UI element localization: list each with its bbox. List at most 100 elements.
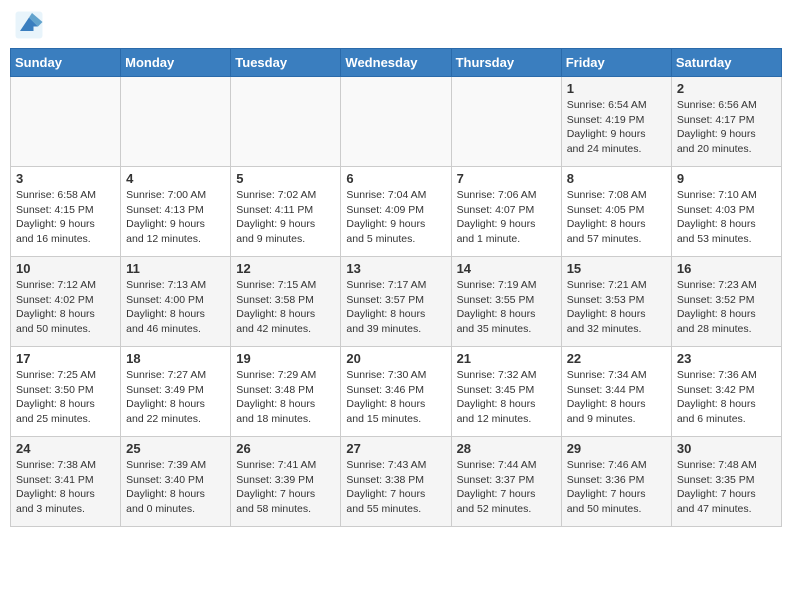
day-cell: 16 Sunrise: 7:23 AM Sunset: 3:52 PM Dayli… (671, 257, 781, 347)
day-cell: 23 Sunrise: 7:36 AM Sunset: 3:42 PM Dayli… (671, 347, 781, 437)
week-row-4: 17 Sunrise: 7:25 AM Sunset: 3:50 PM Dayli… (11, 347, 782, 437)
day-number: 14 (457, 261, 556, 276)
day-number: 11 (126, 261, 225, 276)
weekday-header-saturday: Saturday (671, 49, 781, 77)
day-number: 24 (16, 441, 115, 456)
day-cell: 5Sunrise: 7:02 AM Sunset: 4:11 PM Daylig… (231, 167, 341, 257)
day-number: 1 (567, 81, 666, 96)
week-row-2: 3 Sunrise: 6:58 AM Sunset: 4:15 PM Daylig… (11, 167, 782, 257)
day-number: 30 (677, 441, 776, 456)
day-cell: 7 Sunrise: 7:06 AM Sunset: 4:07 PM Daylig… (451, 167, 561, 257)
day-number: 28 (457, 441, 556, 456)
day-info: Sunrise: 7:13 AM Sunset: 4:00 PM Dayligh… (126, 278, 225, 337)
day-number: 10 (16, 261, 115, 276)
day-cell: 2 Sunrise: 6:56 AM Sunset: 4:17 PM Daylig… (671, 77, 781, 167)
day-number: 3 (16, 171, 115, 186)
day-number: 25 (126, 441, 225, 456)
day-cell: 15 Sunrise: 7:21 AM Sunset: 3:53 PM Dayli… (561, 257, 671, 347)
weekday-header-friday: Friday (561, 49, 671, 77)
day-info: Sunrise: 7:43 AM Sunset: 3:38 PM Dayligh… (346, 458, 445, 517)
day-cell: 4 Sunrise: 7:00 AM Sunset: 4:13 PM Daylig… (121, 167, 231, 257)
day-number: 5 (236, 171, 335, 186)
day-info: Sunrise: 7:41 AM Sunset: 3:39 PM Dayligh… (236, 458, 335, 517)
day-info: Sunrise: 7:27 AM Sunset: 3:49 PM Dayligh… (126, 368, 225, 427)
day-info: Sunrise: 7:29 AM Sunset: 3:48 PM Dayligh… (236, 368, 335, 427)
day-cell: 10 Sunrise: 7:12 AM Sunset: 4:02 PM Dayli… (11, 257, 121, 347)
day-number: 16 (677, 261, 776, 276)
day-info: Sunrise: 7:15 AM Sunset: 3:58 PM Dayligh… (236, 278, 335, 337)
day-info: Sunrise: 7:46 AM Sunset: 3:36 PM Dayligh… (567, 458, 666, 517)
day-info: Sunrise: 7:32 AM Sunset: 3:45 PM Dayligh… (457, 368, 556, 427)
day-info: Sunrise: 7:36 AM Sunset: 3:42 PM Dayligh… (677, 368, 776, 427)
weekday-header-wednesday: Wednesday (341, 49, 451, 77)
day-number: 22 (567, 351, 666, 366)
day-number: 18 (126, 351, 225, 366)
day-cell: 22 Sunrise: 7:34 AM Sunset: 3:44 PM Dayli… (561, 347, 671, 437)
day-number: 17 (16, 351, 115, 366)
day-info: Sunrise: 7:48 AM Sunset: 3:35 PM Dayligh… (677, 458, 776, 517)
logo (14, 10, 50, 40)
day-cell (11, 77, 121, 167)
day-cell (341, 77, 451, 167)
weekday-header-thursday: Thursday (451, 49, 561, 77)
weekday-header-row: SundayMondayTuesdayWednesdayThursdayFrid… (11, 49, 782, 77)
day-cell: 17 Sunrise: 7:25 AM Sunset: 3:50 PM Dayli… (11, 347, 121, 437)
day-number: 13 (346, 261, 445, 276)
weekday-header-monday: Monday (121, 49, 231, 77)
day-info: Sunrise: 7:21 AM Sunset: 3:53 PM Dayligh… (567, 278, 666, 337)
day-number: 15 (567, 261, 666, 276)
day-cell: 3 Sunrise: 6:58 AM Sunset: 4:15 PM Daylig… (11, 167, 121, 257)
day-number: 20 (346, 351, 445, 366)
day-number: 19 (236, 351, 335, 366)
day-info: Sunrise: 7:00 AM Sunset: 4:13 PM Dayligh… (126, 188, 225, 247)
day-cell: 30 Sunrise: 7:48 AM Sunset: 3:35 PM Dayli… (671, 437, 781, 527)
day-number: 26 (236, 441, 335, 456)
day-number: 12 (236, 261, 335, 276)
day-cell: 11 Sunrise: 7:13 AM Sunset: 4:00 PM Dayli… (121, 257, 231, 347)
day-cell: 6Sunrise: 7:04 AM Sunset: 4:09 PM Daylig… (341, 167, 451, 257)
day-info: Sunrise: 7:12 AM Sunset: 4:02 PM Dayligh… (16, 278, 115, 337)
day-number: 21 (457, 351, 556, 366)
weekday-header-tuesday: Tuesday (231, 49, 341, 77)
day-cell: 27 Sunrise: 7:43 AM Sunset: 3:38 PM Dayli… (341, 437, 451, 527)
day-cell: 20 Sunrise: 7:30 AM Sunset: 3:46 PM Dayli… (341, 347, 451, 437)
logo-icon (14, 10, 44, 40)
day-info: Sunrise: 6:58 AM Sunset: 4:15 PM Dayligh… (16, 188, 115, 247)
day-number: 8 (567, 171, 666, 186)
day-number: 6 (346, 171, 445, 186)
day-info: Sunrise: 7:25 AM Sunset: 3:50 PM Dayligh… (16, 368, 115, 427)
day-info: Sunrise: 7:19 AM Sunset: 3:55 PM Dayligh… (457, 278, 556, 337)
day-cell: 8Sunrise: 7:08 AM Sunset: 4:05 PM Daylig… (561, 167, 671, 257)
day-cell: 13Sunrise: 7:17 AM Sunset: 3:57 PM Dayli… (341, 257, 451, 347)
week-row-5: 24 Sunrise: 7:38 AM Sunset: 3:41 PM Dayli… (11, 437, 782, 527)
day-cell (231, 77, 341, 167)
day-info: Sunrise: 6:54 AM Sunset: 4:19 PM Dayligh… (567, 98, 666, 157)
header (10, 10, 782, 40)
weekday-header-sunday: Sunday (11, 49, 121, 77)
day-cell: 1 Sunrise: 6:54 AM Sunset: 4:19 PM Daylig… (561, 77, 671, 167)
day-cell: 18 Sunrise: 7:27 AM Sunset: 3:49 PM Dayli… (121, 347, 231, 437)
day-cell: 29Sunrise: 7:46 AM Sunset: 3:36 PM Dayli… (561, 437, 671, 527)
day-cell (451, 77, 561, 167)
day-info: Sunrise: 7:39 AM Sunset: 3:40 PM Dayligh… (126, 458, 225, 517)
calendar-table: SundayMondayTuesdayWednesdayThursdayFrid… (10, 48, 782, 527)
day-info: Sunrise: 7:30 AM Sunset: 3:46 PM Dayligh… (346, 368, 445, 427)
day-number: 2 (677, 81, 776, 96)
day-number: 23 (677, 351, 776, 366)
day-cell: 9Sunrise: 7:10 AM Sunset: 4:03 PM Daylig… (671, 167, 781, 257)
day-info: Sunrise: 7:23 AM Sunset: 3:52 PM Dayligh… (677, 278, 776, 337)
day-cell: 25 Sunrise: 7:39 AM Sunset: 3:40 PM Dayli… (121, 437, 231, 527)
day-info: Sunrise: 7:34 AM Sunset: 3:44 PM Dayligh… (567, 368, 666, 427)
day-cell: 24 Sunrise: 7:38 AM Sunset: 3:41 PM Dayli… (11, 437, 121, 527)
day-number: 27 (346, 441, 445, 456)
day-cell: 14 Sunrise: 7:19 AM Sunset: 3:55 PM Dayli… (451, 257, 561, 347)
day-info: Sunrise: 6:56 AM Sunset: 4:17 PM Dayligh… (677, 98, 776, 157)
day-info: Sunrise: 7:06 AM Sunset: 4:07 PM Dayligh… (457, 188, 556, 247)
day-number: 4 (126, 171, 225, 186)
day-cell: 21 Sunrise: 7:32 AM Sunset: 3:45 PM Dayli… (451, 347, 561, 437)
week-row-1: 1 Sunrise: 6:54 AM Sunset: 4:19 PM Daylig… (11, 77, 782, 167)
day-cell: 12 Sunrise: 7:15 AM Sunset: 3:58 PM Dayli… (231, 257, 341, 347)
day-cell: 26 Sunrise: 7:41 AM Sunset: 3:39 PM Dayli… (231, 437, 341, 527)
day-info: Sunrise: 7:38 AM Sunset: 3:41 PM Dayligh… (16, 458, 115, 517)
day-number: 7 (457, 171, 556, 186)
